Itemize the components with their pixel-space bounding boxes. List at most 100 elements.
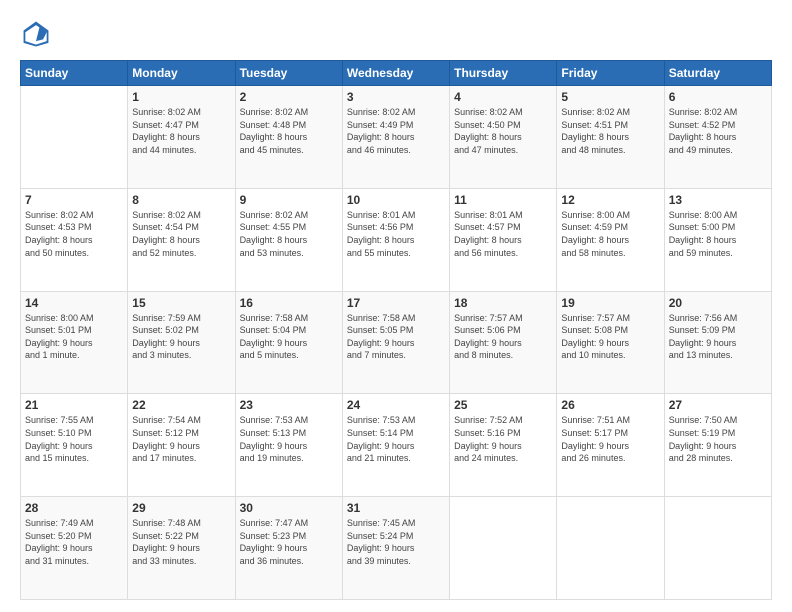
day-cell: 12Sunrise: 8:00 AM Sunset: 4:59 PM Dayli…: [557, 188, 664, 291]
logo-icon: [20, 18, 52, 50]
day-info: Sunrise: 7:48 AM Sunset: 5:22 PM Dayligh…: [132, 517, 230, 567]
page: SundayMondayTuesdayWednesdayThursdayFrid…: [0, 0, 792, 612]
day-cell: 3 Sunrise: 8:02 AM Sunset: 4:49 PM Daylig…: [342, 86, 449, 189]
day-info: Sunrise: 7:51 AM Sunset: 5:17 PM Dayligh…: [561, 414, 659, 464]
header-cell-saturday: Saturday: [664, 61, 771, 86]
day-info: Sunrise: 7:47 AM Sunset: 5:23 PM Dayligh…: [240, 517, 338, 567]
day-cell: 13Sunrise: 8:00 AM Sunset: 5:00 PM Dayli…: [664, 188, 771, 291]
day-info: Sunrise: 8:01 AM Sunset: 4:57 PM Dayligh…: [454, 209, 552, 259]
day-info: Sunrise: 8:02 AM Sunset: 4:50 PM Dayligh…: [454, 106, 552, 156]
calendar-table: SundayMondayTuesdayWednesdayThursdayFrid…: [20, 60, 772, 600]
header: [20, 18, 772, 50]
day-info: Sunrise: 7:59 AM Sunset: 5:02 PM Dayligh…: [132, 312, 230, 362]
day-number: 3: [347, 90, 445, 104]
logo: [20, 18, 56, 50]
day-cell: 15 Sunrise: 7:59 AM Sunset: 5:02 PM Dayli…: [128, 291, 235, 394]
day-cell: 19 Sunrise: 7:57 AM Sunset: 5:08 PM Dayli…: [557, 291, 664, 394]
day-number: 2: [240, 90, 338, 104]
week-row-4: 28 Sunrise: 7:49 AM Sunset: 5:20 PM Dayli…: [21, 497, 772, 600]
week-row-1: 7 Sunrise: 8:02 AM Sunset: 4:53 PM Daylig…: [21, 188, 772, 291]
day-number: 17: [347, 296, 445, 310]
day-cell: 28 Sunrise: 7:49 AM Sunset: 5:20 PM Dayli…: [21, 497, 128, 600]
day-info: Sunrise: 8:02 AM Sunset: 4:53 PM Dayligh…: [25, 209, 123, 259]
day-info: Sunrise: 7:49 AM Sunset: 5:20 PM Dayligh…: [25, 517, 123, 567]
header-cell-sunday: Sunday: [21, 61, 128, 86]
day-cell: 18 Sunrise: 7:57 AM Sunset: 5:06 PM Dayli…: [450, 291, 557, 394]
header-cell-friday: Friday: [557, 61, 664, 86]
day-number: 15: [132, 296, 230, 310]
day-cell: 21 Sunrise: 7:55 AM Sunset: 5:10 PM Dayli…: [21, 394, 128, 497]
day-cell: 2 Sunrise: 8:02 AM Sunset: 4:48 PM Daylig…: [235, 86, 342, 189]
day-info: Sunrise: 7:58 AM Sunset: 5:05 PM Dayligh…: [347, 312, 445, 362]
day-info: Sunrise: 8:00 AM Sunset: 5:01 PM Dayligh…: [25, 312, 123, 362]
day-number: 10: [347, 193, 445, 207]
day-info: Sunrise: 7:45 AM Sunset: 5:24 PM Dayligh…: [347, 517, 445, 567]
header-cell-monday: Monday: [128, 61, 235, 86]
day-cell: 20 Sunrise: 7:56 AM Sunset: 5:09 PM Dayli…: [664, 291, 771, 394]
calendar-body: 1 Sunrise: 8:02 AM Sunset: 4:47 PM Daylig…: [21, 86, 772, 600]
day-number: 25: [454, 398, 552, 412]
day-number: 13: [669, 193, 767, 207]
day-info: Sunrise: 7:57 AM Sunset: 5:06 PM Dayligh…: [454, 312, 552, 362]
day-info: Sunrise: 8:02 AM Sunset: 4:47 PM Dayligh…: [132, 106, 230, 156]
header-cell-wednesday: Wednesday: [342, 61, 449, 86]
day-info: Sunrise: 8:02 AM Sunset: 4:54 PM Dayligh…: [132, 209, 230, 259]
day-info: Sunrise: 7:54 AM Sunset: 5:12 PM Dayligh…: [132, 414, 230, 464]
day-cell: 5Sunrise: 8:02 AM Sunset: 4:51 PM Daylig…: [557, 86, 664, 189]
header-cell-tuesday: Tuesday: [235, 61, 342, 86]
day-info: Sunrise: 7:56 AM Sunset: 5:09 PM Dayligh…: [669, 312, 767, 362]
day-cell: 29 Sunrise: 7:48 AM Sunset: 5:22 PM Dayli…: [128, 497, 235, 600]
day-number: 26: [561, 398, 659, 412]
day-number: 14: [25, 296, 123, 310]
day-cell: 11 Sunrise: 8:01 AM Sunset: 4:57 PM Dayli…: [450, 188, 557, 291]
day-number: 9: [240, 193, 338, 207]
day-number: 7: [25, 193, 123, 207]
day-number: 29: [132, 501, 230, 515]
day-cell: 6 Sunrise: 8:02 AM Sunset: 4:52 PM Daylig…: [664, 86, 771, 189]
week-row-3: 21 Sunrise: 7:55 AM Sunset: 5:10 PM Dayli…: [21, 394, 772, 497]
day-number: 11: [454, 193, 552, 207]
day-cell: 9Sunrise: 8:02 AM Sunset: 4:55 PM Daylig…: [235, 188, 342, 291]
day-cell: 4 Sunrise: 8:02 AM Sunset: 4:50 PM Daylig…: [450, 86, 557, 189]
day-number: 20: [669, 296, 767, 310]
day-cell: [21, 86, 128, 189]
day-info: Sunrise: 8:02 AM Sunset: 4:48 PM Dayligh…: [240, 106, 338, 156]
day-info: Sunrise: 7:55 AM Sunset: 5:10 PM Dayligh…: [25, 414, 123, 464]
day-cell: 27Sunrise: 7:50 AM Sunset: 5:19 PM Dayli…: [664, 394, 771, 497]
day-info: Sunrise: 8:02 AM Sunset: 4:49 PM Dayligh…: [347, 106, 445, 156]
day-number: 18: [454, 296, 552, 310]
day-cell: [664, 497, 771, 600]
day-number: 5: [561, 90, 659, 104]
day-info: Sunrise: 7:52 AM Sunset: 5:16 PM Dayligh…: [454, 414, 552, 464]
day-number: 4: [454, 90, 552, 104]
day-info: Sunrise: 8:02 AM Sunset: 4:52 PM Dayligh…: [669, 106, 767, 156]
day-cell: 7 Sunrise: 8:02 AM Sunset: 4:53 PM Daylig…: [21, 188, 128, 291]
day-cell: 10 Sunrise: 8:01 AM Sunset: 4:56 PM Dayli…: [342, 188, 449, 291]
day-info: Sunrise: 7:57 AM Sunset: 5:08 PM Dayligh…: [561, 312, 659, 362]
week-row-2: 14 Sunrise: 8:00 AM Sunset: 5:01 PM Dayli…: [21, 291, 772, 394]
day-info: Sunrise: 7:53 AM Sunset: 5:13 PM Dayligh…: [240, 414, 338, 464]
day-number: 24: [347, 398, 445, 412]
day-number: 30: [240, 501, 338, 515]
day-number: 6: [669, 90, 767, 104]
day-number: 21: [25, 398, 123, 412]
calendar-header: SundayMondayTuesdayWednesdayThursdayFrid…: [21, 61, 772, 86]
day-info: Sunrise: 7:50 AM Sunset: 5:19 PM Dayligh…: [669, 414, 767, 464]
week-row-0: 1 Sunrise: 8:02 AM Sunset: 4:47 PM Daylig…: [21, 86, 772, 189]
header-cell-thursday: Thursday: [450, 61, 557, 86]
day-number: 22: [132, 398, 230, 412]
day-cell: 1 Sunrise: 8:02 AM Sunset: 4:47 PM Daylig…: [128, 86, 235, 189]
day-cell: 24 Sunrise: 7:53 AM Sunset: 5:14 PM Dayli…: [342, 394, 449, 497]
day-info: Sunrise: 7:53 AM Sunset: 5:14 PM Dayligh…: [347, 414, 445, 464]
day-number: 19: [561, 296, 659, 310]
day-number: 8: [132, 193, 230, 207]
day-cell: [450, 497, 557, 600]
day-cell: 22 Sunrise: 7:54 AM Sunset: 5:12 PM Dayli…: [128, 394, 235, 497]
day-number: 28: [25, 501, 123, 515]
day-number: 1: [132, 90, 230, 104]
day-number: 31: [347, 501, 445, 515]
day-info: Sunrise: 8:01 AM Sunset: 4:56 PM Dayligh…: [347, 209, 445, 259]
day-cell: 17 Sunrise: 7:58 AM Sunset: 5:05 PM Dayli…: [342, 291, 449, 394]
day-number: 12: [561, 193, 659, 207]
day-cell: [557, 497, 664, 600]
